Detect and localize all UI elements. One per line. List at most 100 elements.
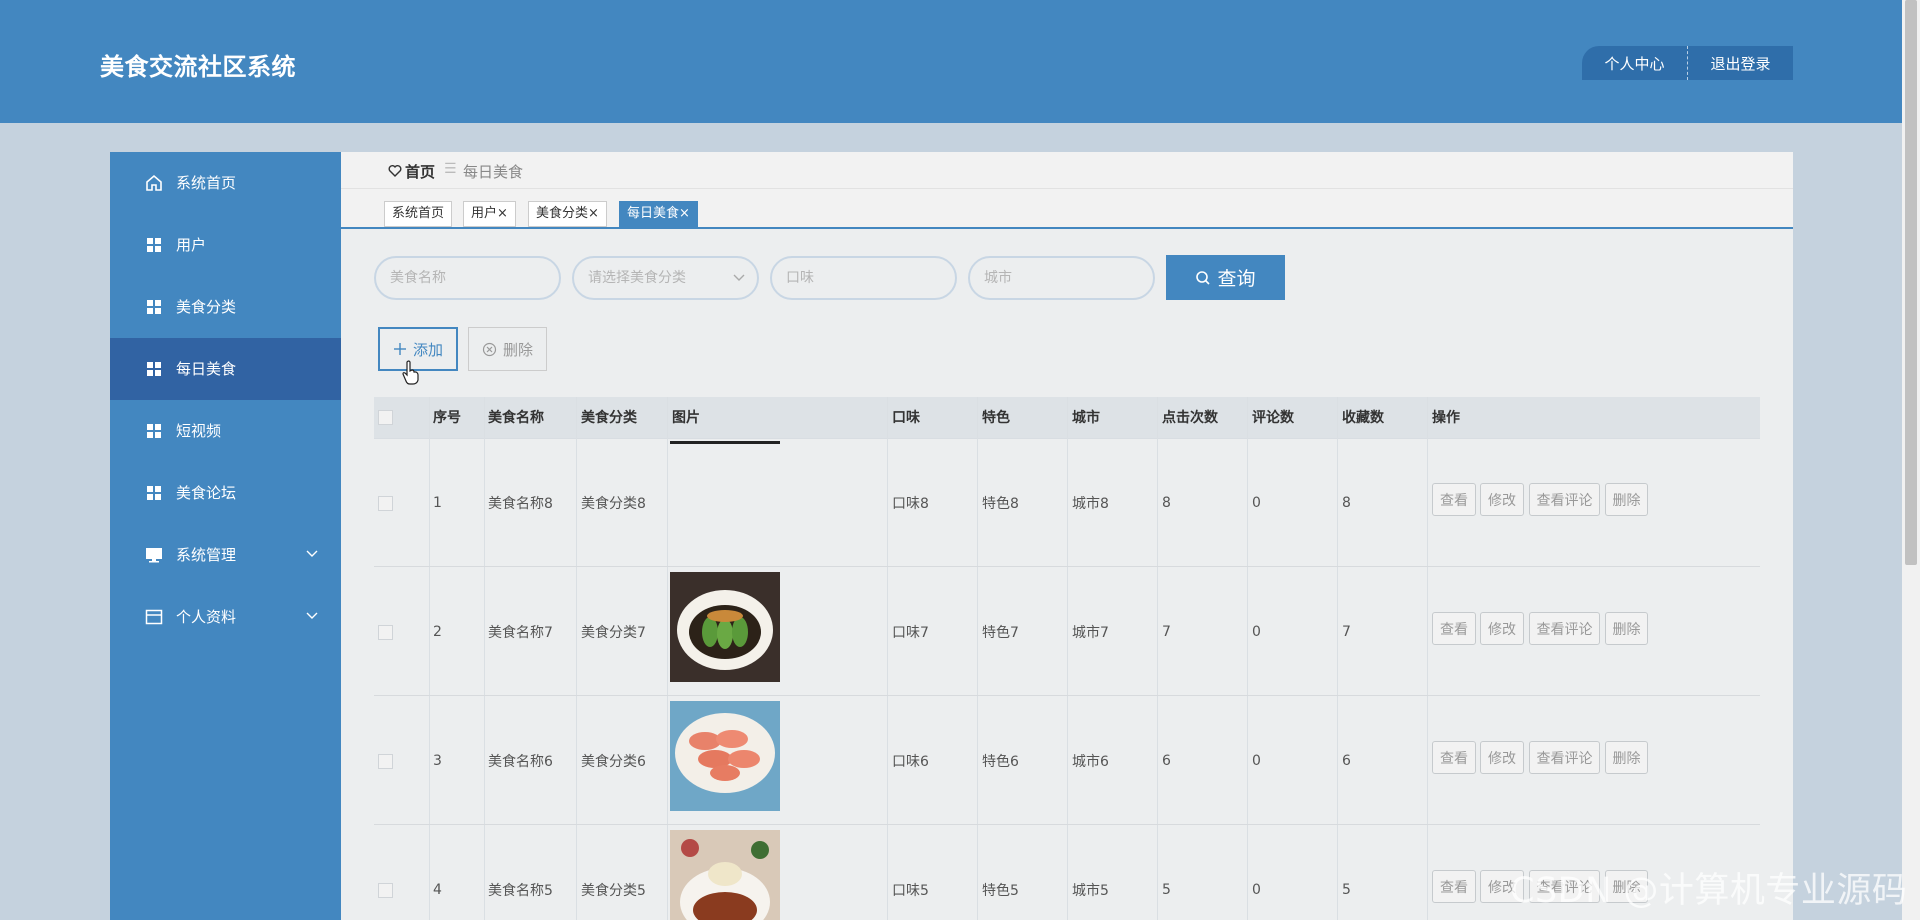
category-select-placeholder: 请选择美食分类 <box>588 270 686 286</box>
user-menu: 个人中心 退出登录 <box>1582 46 1793 80</box>
view-comments-button[interactable]: 查看评论 <box>1529 612 1600 645</box>
col-name: 美食名称 <box>488 410 544 426</box>
food-image <box>670 441 780 444</box>
cell-favorites: 6 <box>1342 753 1351 769</box>
food-image <box>670 572 780 682</box>
cell-category: 美食分类5 <box>581 883 646 899</box>
watermark: CSDN @计算机专业源码 <box>1510 871 1908 911</box>
cell-clicks: 6 <box>1162 753 1171 769</box>
edit-button[interactable]: 修改 <box>1480 612 1524 645</box>
sidebar-item-home[interactable]: 系统首页 <box>110 152 341 214</box>
food-image <box>670 830 780 920</box>
city-input[interactable]: 城市 <box>968 256 1155 300</box>
cell-index: 1 <box>433 495 442 511</box>
query-button-label: 查询 <box>1217 268 1256 290</box>
view-comments-button[interactable]: 查看评论 <box>1529 741 1600 774</box>
tab-food-category[interactable]: 美食分类× <box>528 201 607 227</box>
cell-category: 美食分类6 <box>581 754 646 770</box>
edit-button[interactable]: 修改 <box>1480 741 1524 774</box>
cell-comments: 0 <box>1252 882 1261 898</box>
col-feature: 特色 <box>982 410 1010 426</box>
row-checkbox[interactable] <box>378 754 393 769</box>
row-checkbox[interactable] <box>378 883 393 898</box>
cell-feature: 特色5 <box>982 883 1019 899</box>
grid-icon <box>147 486 161 500</box>
batch-delete-button[interactable]: 删除 <box>468 327 547 371</box>
col-category: 美食分类 <box>581 410 637 426</box>
breadcrumb-separator: ☰ <box>444 161 457 177</box>
delete-row-button[interactable]: 删除 <box>1605 741 1648 774</box>
view-button[interactable]: 查看 <box>1432 612 1476 645</box>
grid-icon <box>147 238 161 252</box>
sidebar-item-label: 用户 <box>176 236 207 254</box>
sidebar-item-food-forum[interactable]: 美食论坛 <box>110 462 341 524</box>
cell-feature: 特色8 <box>982 496 1019 512</box>
sidebar: 系统首页 用户 美食分类 每日美食 短视频 美食论坛 系统管理 个人资料 <box>110 152 341 920</box>
view-button[interactable]: 查看 <box>1432 741 1476 774</box>
sidebar-item-label: 美食论坛 <box>176 484 237 502</box>
heart-icon <box>388 164 402 177</box>
cell-comments: 0 <box>1252 624 1261 640</box>
cell-favorites: 5 <box>1342 882 1351 898</box>
chevron-down-icon <box>733 274 745 281</box>
table-row: 2 美食名称7 美食分类7 口味7 特色7 城市7 7 0 7 查看 修改 查看… <box>374 568 1760 696</box>
sidebar-item-label: 系统管理 <box>176 546 237 564</box>
cell-city: 城市5 <box>1072 883 1109 899</box>
cell-taste: 口味5 <box>892 883 929 899</box>
sidebar-item-label: 每日美食 <box>176 360 237 378</box>
food-table: 序号 美食名称 美食分类 图片 口味 特色 城市 点击次数 评论数 收藏数 操作… <box>374 397 1760 920</box>
select-all-checkbox[interactable] <box>378 410 393 425</box>
tab-users[interactable]: 用户× <box>463 201 516 227</box>
sidebar-item-label: 美食分类 <box>176 298 237 316</box>
breadcrumb-home[interactable]: 首页 <box>405 161 435 182</box>
sidebar-item-users[interactable]: 用户 <box>110 214 341 276</box>
cell-index: 4 <box>433 882 442 898</box>
cell-name: 美食名称6 <box>488 754 553 770</box>
sidebar-item-daily-food[interactable]: 每日美食 <box>110 338 341 400</box>
add-button-label: 添加 <box>412 340 443 359</box>
col-taste: 口味 <box>892 410 920 426</box>
sidebar-item-system-management[interactable]: 系统管理 <box>110 524 341 586</box>
taste-input[interactable]: 口味 <box>770 256 957 300</box>
cell-comments: 0 <box>1252 495 1261 511</box>
tab-home[interactable]: 系统首页 <box>384 201 453 227</box>
scrollbar-thumb[interactable] <box>1905 0 1917 565</box>
food-name-input[interactable]: 美食名称 <box>374 256 561 300</box>
cell-city: 城市6 <box>1072 754 1109 770</box>
tab-bar: 系统首页 用户× 美食分类× 每日美食× <box>341 189 1793 229</box>
view-comments-button[interactable]: 查看评论 <box>1529 483 1600 516</box>
cucumber-dish-photo <box>670 572 780 682</box>
delete-row-button[interactable]: 删除 <box>1605 612 1648 645</box>
cell-name: 美食名称5 <box>488 883 553 899</box>
category-select[interactable]: 请选择美食分类 <box>572 256 759 300</box>
query-button[interactable]: 查询 <box>1166 255 1285 300</box>
sidebar-item-short-video[interactable]: 短视频 <box>110 400 341 462</box>
cell-feature: 特色7 <box>982 625 1019 641</box>
sidebar-item-label: 个人资料 <box>176 608 237 626</box>
row-checkbox[interactable] <box>378 625 393 640</box>
cell-taste: 口味6 <box>892 754 929 770</box>
top-header: 美食交流社区系统 个人中心 退出登录 <box>0 0 1902 123</box>
tab-daily-food[interactable]: 每日美食× <box>619 201 698 227</box>
row-checkbox[interactable] <box>378 496 393 511</box>
table-row: 1 美食名称8 美食分类8 口味8 特色8 城市8 8 0 8 查看 修改 查看… <box>374 439 1760 567</box>
app-title: 美食交流社区系统 <box>100 53 296 81</box>
view-button[interactable]: 查看 <box>1432 870 1476 903</box>
circle-close-icon <box>482 342 497 356</box>
logout-link[interactable]: 退出登录 <box>1687 46 1793 80</box>
delete-row-button[interactable]: 删除 <box>1605 483 1648 516</box>
cell-clicks: 7 <box>1162 624 1171 640</box>
sidebar-item-food-category[interactable]: 美食分类 <box>110 276 341 338</box>
grid-icon <box>147 362 161 376</box>
home-icon <box>146 174 162 191</box>
edit-button[interactable]: 修改 <box>1480 483 1524 516</box>
cell-index: 3 <box>433 753 442 769</box>
view-button[interactable]: 查看 <box>1432 483 1476 516</box>
cell-category: 美食分类7 <box>581 625 646 641</box>
profile-link[interactable]: 个人中心 <box>1582 46 1687 80</box>
plus-icon <box>393 343 406 355</box>
col-city: 城市 <box>1072 410 1100 426</box>
cell-city: 城市8 <box>1072 496 1109 512</box>
breadcrumb: 首页 ☰ 每日美食 <box>341 152 1793 189</box>
sidebar-item-profile[interactable]: 个人资料 <box>110 586 341 648</box>
